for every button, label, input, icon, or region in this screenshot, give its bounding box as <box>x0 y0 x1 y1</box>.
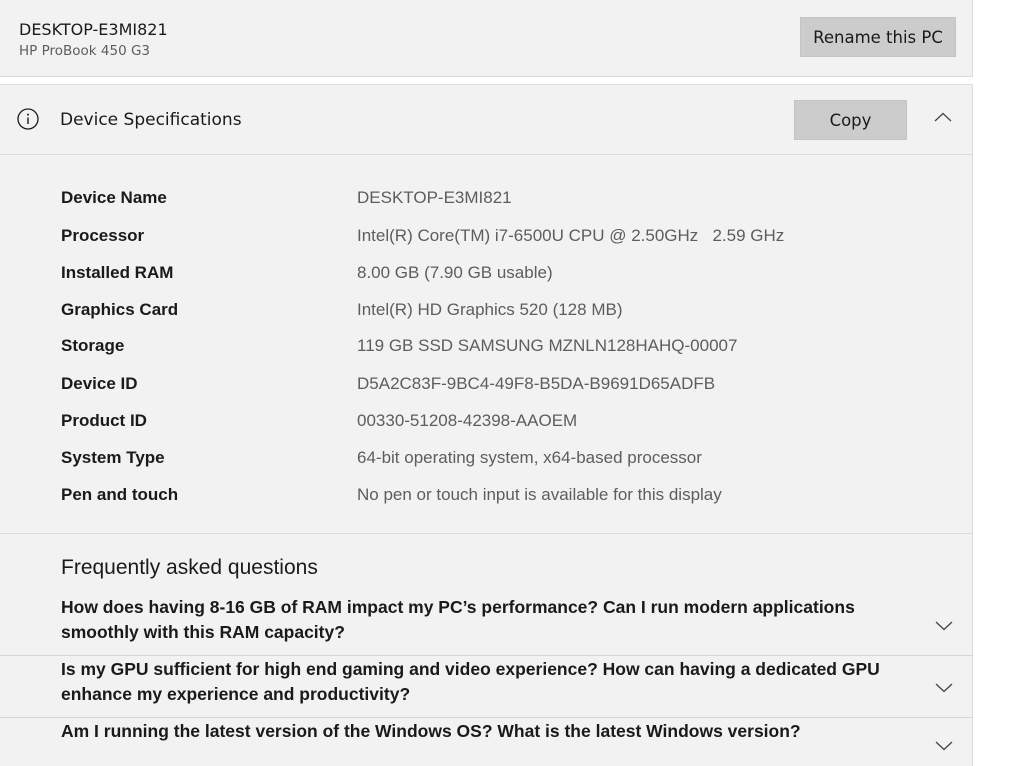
spec-row-storage: Storage 119 GB SSD SAMSUNG MZNLN128HAHQ-… <box>0 336 972 366</box>
faq-divider <box>0 717 973 718</box>
spec-value: D5A2C83F-9BC4-49F8-B5DA-B9691D65ADFB <box>357 374 716 393</box>
faq-title: Frequently asked questions <box>61 556 318 579</box>
spec-label: Processor <box>61 226 145 245</box>
spec-value: 8.00 GB (7.90 GB usable) <box>357 263 553 282</box>
spec-label: Product ID <box>61 411 147 430</box>
spec-row-system-type: System Type 64-bit operating system, x64… <box>0 448 972 478</box>
spec-value: DESKTOP-E3MI821 <box>357 188 512 207</box>
spec-label: Device ID <box>61 374 138 393</box>
device-specifications-title: Device Specifications <box>60 110 242 130</box>
chevron-down-icon[interactable] <box>935 683 953 693</box>
spec-label: Storage <box>61 336 125 355</box>
spec-label: Installed RAM <box>61 263 174 282</box>
spec-label: System Type <box>61 448 165 467</box>
faq-question: Am I running the latest version of the W… <box>61 721 801 741</box>
chevron-up-icon[interactable] <box>934 112 952 122</box>
device-model: HP ProBook 450 G3 <box>19 43 150 59</box>
spec-row-processor: Processor Intel(R) Core(TM) i7-6500U CPU… <box>0 226 972 256</box>
spec-value: 119 GB SSD SAMSUNG MZNLN128HAHQ-00007 <box>357 336 738 355</box>
faq-question: How does having 8-16 GB of RAM impact my… <box>61 597 855 642</box>
faq-item[interactable]: Is my GPU sufficient for high end gaming… <box>0 657 972 717</box>
spec-value: 00330-51208-42398-AAOEM <box>357 411 578 430</box>
faq-item[interactable]: Am I running the latest version of the W… <box>0 719 972 766</box>
spec-value: Intel(R) HD Graphics 520 (128 MB) <box>357 300 623 319</box>
faq-question: Is my GPU sufficient for high end gaming… <box>61 659 880 704</box>
rename-pc-button[interactable]: Rename this PC <box>800 17 956 57</box>
chevron-down-icon[interactable] <box>935 621 953 631</box>
spec-row-pen-and-touch: Pen and touch No pen or touch input is a… <box>0 485 972 515</box>
spec-value: 64-bit operating system, x64-based proce… <box>357 448 702 467</box>
faq-item[interactable]: How does having 8-16 GB of RAM impact my… <box>0 595 972 655</box>
device-card: DESKTOP-E3MI821 HP ProBook 450 G3 Rename… <box>0 0 973 77</box>
spec-row-installed-ram: Installed RAM 8.00 GB (7.90 GB usable) <box>0 263 972 293</box>
spec-label: Graphics Card <box>61 300 179 319</box>
spec-label: Device Name <box>61 188 167 207</box>
faq-section: Frequently asked questions How does havi… <box>0 534 973 766</box>
spec-label: Pen and touch <box>61 485 179 504</box>
info-icon <box>17 108 39 130</box>
spec-row-device-name: Device Name DESKTOP-E3MI821 <box>0 188 972 218</box>
copy-button[interactable]: Copy <box>794 100 907 140</box>
device-name: DESKTOP-E3MI821 <box>19 20 168 39</box>
faq-divider <box>0 655 973 656</box>
spec-row-device-id: Device ID D5A2C83F-9BC4-49F8-B5DA-B9691D… <box>0 374 972 404</box>
spec-value: Intel(R) Core(TM) i7-6500U CPU @ 2.50GHz… <box>357 226 785 245</box>
spec-row-product-id: Product ID 00330-51208-42398-AAOEM <box>0 411 972 441</box>
chevron-down-icon[interactable] <box>935 741 953 751</box>
device-specifications-header[interactable]: Device Specifications Copy <box>0 85 972 155</box>
device-specifications-section: Device Specifications Copy Device Name D… <box>0 84 973 534</box>
spec-row-graphics-card: Graphics Card Intel(R) HD Graphics 520 (… <box>0 300 972 330</box>
spec-value: No pen or touch input is available for t… <box>357 485 722 504</box>
